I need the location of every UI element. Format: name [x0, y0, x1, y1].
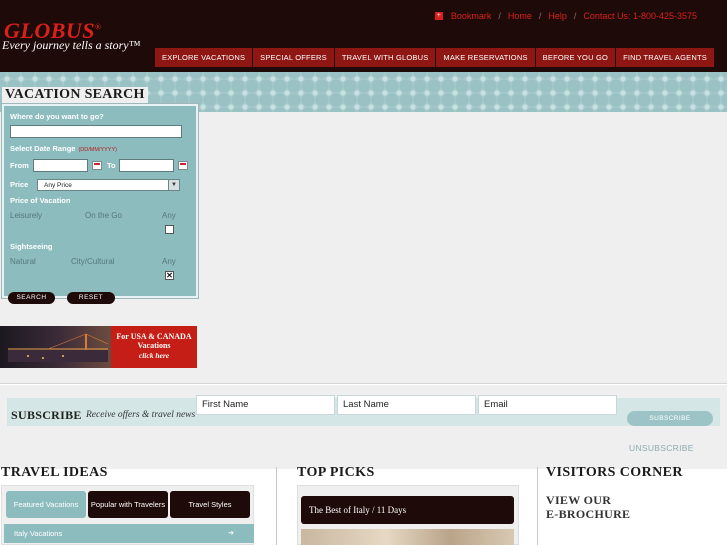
nav-find-travel-agents[interactable]: FIND TRAVEL AGENTS — [616, 48, 715, 67]
list-item[interactable]: Italy Vacations ➔ — [4, 524, 254, 543]
date-range-text: Select Date Range — [10, 144, 76, 153]
top-picks-title: TOP PICKS — [297, 465, 375, 480]
from-label: From — [10, 161, 29, 170]
tab-popular-with-travelers[interactable]: Popular with Travelers — [88, 491, 168, 518]
nav-before-you-go[interactable]: BEFORE YOU GO — [535, 48, 617, 67]
home-link[interactable]: Home — [508, 11, 532, 21]
logo-registered-mark: ® — [95, 22, 102, 32]
top-links: + Bookmark / Home / Help / Contact Us: 1… — [434, 11, 697, 21]
page: GLOBUS® Every journey tells a story™ + B… — [0, 0, 727, 545]
promo-text-panel: For USA & CANADA Vacations click here — [111, 326, 197, 368]
ebrochure-line-1: VIEW OUR — [546, 493, 612, 507]
pace-any-label: Any — [162, 211, 176, 220]
destination-input[interactable] — [10, 125, 182, 138]
bookmark-icon[interactable]: + — [434, 12, 443, 20]
vacation-search-title: VACATION SEARCH — [2, 87, 148, 103]
promo-line-1: For USA & CANADA — [116, 332, 192, 341]
separator: / — [538, 11, 542, 21]
separator: / — [498, 11, 501, 21]
travel-ideas-panel: Featured Vacations Popular with Traveler… — [1, 485, 254, 545]
price-select[interactable]: Any Price ▼ — [37, 179, 180, 191]
nav-make-reservations[interactable]: MAKE RESERVATIONS — [436, 48, 536, 67]
search-button[interactable]: SEARCH — [8, 292, 55, 304]
bridge-image — [8, 333, 108, 362]
subscribe-button[interactable]: SUBSCRIBE — [627, 411, 713, 426]
pace-any-checkbox[interactable] — [165, 225, 174, 234]
calendar-icon[interactable] — [92, 161, 102, 170]
promo-line-2: Vacations — [137, 341, 171, 350]
promo-click-here[interactable]: click here — [111, 351, 197, 360]
arrow-right-icon: ➔ — [228, 530, 234, 537]
last-name-field[interactable]: Last Name — [337, 395, 476, 415]
tagline: Every journey tells a story™ — [2, 38, 141, 52]
main-nav: EXPLORE VACATIONS SPECIAL OFFERS TRAVEL … — [155, 48, 715, 67]
visitors-corner-title: VISITORS CORNER — [546, 465, 683, 480]
price-select-value: Any Price — [44, 182, 72, 189]
calendar-icon[interactable] — [178, 161, 188, 170]
bookmark-link[interactable]: Bookmark — [451, 11, 492, 21]
sightseeing-any-checkbox[interactable]: ✕ — [165, 271, 174, 280]
sightseeing-natural-label: Natural — [10, 257, 36, 266]
column-divider — [276, 467, 277, 545]
pace-leisurely-label: Leisurely — [10, 211, 43, 220]
reset-button[interactable]: RESET — [67, 292, 115, 304]
pace-on-the-go-label: On the Go — [85, 211, 122, 220]
tab-travel-styles[interactable]: Travel Styles — [170, 491, 250, 518]
from-date-input[interactable] — [33, 159, 88, 172]
sightseeing-any-label: Any — [162, 257, 176, 266]
top-picks-panel: The Best of Italy / 11 Days — [297, 485, 519, 545]
subscribe-tagline: Receive offers & travel news — [86, 410, 196, 420]
vacation-search-form: Where do you want to go? Select Date Ran… — [2, 104, 198, 298]
help-link[interactable]: Help — [548, 11, 567, 21]
subscribe-title: SUBSCRIBE — [11, 408, 82, 422]
sightseeing-label: Sightseeing — [10, 242, 53, 251]
site-header: GLOBUS® Every journey tells a story™ + B… — [0, 0, 727, 72]
ebrochure-line-2: E-BROCHURE — [546, 507, 631, 521]
sightseeing-city-label: City/Cultural — [71, 257, 115, 266]
nav-special-offers[interactable]: SPECIAL OFFERS — [253, 48, 335, 67]
tab-featured-vacations[interactable]: Featured Vacations — [6, 491, 86, 518]
top-pick-image[interactable] — [301, 529, 514, 545]
to-label: To — [107, 161, 116, 170]
first-name-field[interactable]: First Name — [196, 395, 335, 415]
where-label: Where do you want to go? — [10, 112, 104, 121]
ebrochure-heading[interactable]: VIEW OUR E-BROCHURE — [546, 493, 630, 521]
top-pick-card[interactable]: The Best of Italy / 11 Days — [301, 496, 514, 524]
column-divider — [537, 467, 538, 545]
date-format-hint: (DD/MM/YYYY) — [78, 147, 117, 153]
separator: / — [573, 11, 577, 21]
subscribe-section: SUBSCRIBE Receive offers & travel news F… — [0, 385, 727, 469]
to-date-input[interactable] — [119, 159, 174, 172]
unsubscribe-link[interactable]: UNSUBSCRIBE — [629, 443, 694, 453]
nav-travel-with-globus[interactable]: TRAVEL WITH GLOBUS — [334, 48, 437, 67]
chevron-down-icon: ▼ — [168, 180, 179, 190]
travel-ideas-title: TRAVEL IDEAS — [1, 465, 108, 480]
usa-canada-promo-banner[interactable]: For USA & CANADA Vacations click here — [0, 326, 197, 368]
price-of-vacation-label: Price of Vacation — [10, 196, 71, 205]
price-label: Price — [10, 180, 29, 189]
date-range-label: Select Date Range (DD/MM/YYYY) — [10, 144, 117, 153]
nav-explore-vacations[interactable]: EXPLORE VACATIONS — [155, 48, 254, 67]
contact-link[interactable]: Contact Us: 1-800-425-3575 — [583, 11, 697, 21]
email-field[interactable]: Email — [478, 395, 617, 415]
list-item-label: Italy Vacations — [14, 529, 63, 538]
